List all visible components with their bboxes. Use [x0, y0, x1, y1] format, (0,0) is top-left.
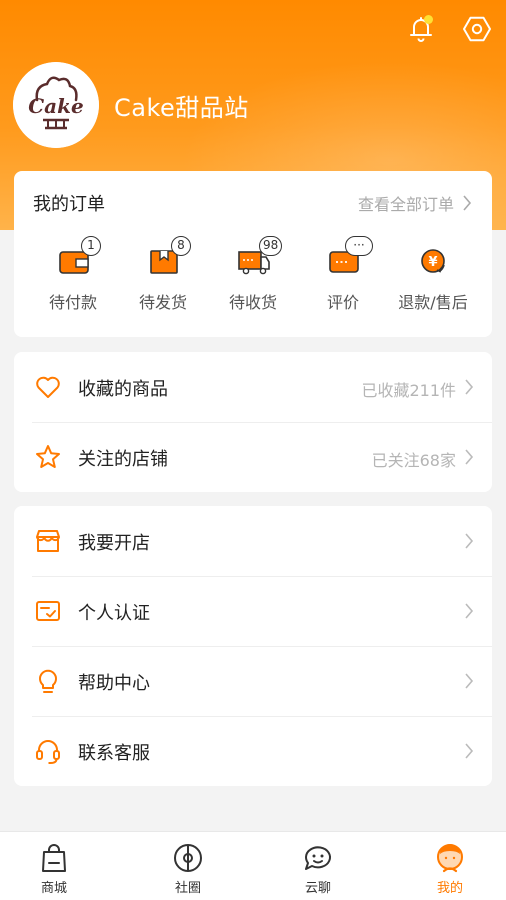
chevron-right-icon: [465, 449, 474, 465]
order-label: 退款/售后: [398, 293, 468, 312]
order-review[interactable]: ··· 评价: [295, 236, 391, 323]
list-item-label: 我要开店: [78, 533, 150, 554]
chevron-right-icon: [465, 743, 474, 759]
store-icon: [36, 530, 60, 552]
profile-icon: [437, 844, 463, 873]
list-item-followed-stores[interactable]: 关注的店铺 已关注68家: [14, 422, 492, 492]
view-all-orders-link[interactable]: 查看全部订单: [358, 191, 472, 215]
list-item-label: 关注的店铺: [78, 449, 168, 470]
heart-icon: [36, 376, 60, 398]
list-item-customer-service[interactable]: 联系客服: [14, 716, 492, 786]
settings-icon[interactable]: [462, 14, 492, 44]
tab-label: 我的: [436, 881, 463, 896]
order-pending-receipt[interactable]: 98 待收货: [205, 236, 301, 323]
list-item-verification[interactable]: 个人认证: [14, 576, 492, 646]
chevron-right-icon: [465, 673, 474, 689]
headset-icon: [36, 740, 60, 764]
tab-community[interactable]: 社圈: [125, 832, 251, 900]
order-refund[interactable]: ¥ 退款/售后: [385, 243, 481, 323]
order-label: 待发货: [138, 293, 187, 312]
list-item-help-center[interactable]: 帮助中心: [14, 646, 492, 716]
tab-mall[interactable]: 商城: [0, 832, 117, 900]
avatar[interactable]: Cake: [13, 62, 99, 148]
tab-label: 商城: [40, 881, 67, 896]
bottom-tab-bar: 商城 社圈 云聊 我的: [0, 831, 506, 900]
list-item-label: 联系客服: [78, 743, 150, 764]
tab-mine[interactable]: 我的: [387, 832, 506, 900]
lightbulb-icon: [39, 669, 57, 693]
compass-icon: [174, 844, 202, 872]
list-item-value: 已关注68家: [371, 451, 456, 470]
chat-icon: [305, 846, 331, 870]
order-label: 评价: [326, 293, 359, 312]
username[interactable]: Cake甜品站: [114, 88, 249, 123]
list-item-label: 帮助中心: [78, 673, 150, 694]
refund-icon: ¥: [421, 249, 445, 273]
tab-label: 云聊: [304, 881, 331, 896]
notification-dot: [424, 15, 433, 24]
id-card-icon: [36, 601, 60, 621]
order-badge: 98: [259, 236, 283, 256]
chevron-right-icon: [465, 603, 474, 619]
order-badge: 8: [171, 236, 191, 256]
order-label: 待收货: [228, 293, 277, 312]
list-item-label: 个人认证: [78, 603, 150, 624]
view-all-orders-label: 查看全部订单: [357, 195, 454, 214]
list-item-value: 已收藏211件: [361, 381, 456, 400]
chevron-right-icon: [465, 379, 474, 395]
orders-card: 我的订单 查看全部订单 1 待付款 8 待发货 98 待收货 ··· 评价 ¥ …: [14, 171, 492, 337]
favorites-card: 收藏的商品 已收藏211件 关注的店铺 已关注68家: [14, 352, 492, 492]
tab-chat[interactable]: 云聊: [255, 832, 381, 900]
list-item-label: 收藏的商品: [78, 379, 168, 400]
chevron-right-icon: [465, 533, 474, 549]
orders-title: 我的订单: [33, 194, 105, 215]
cake-logo-icon: Cake: [13, 62, 99, 148]
chevron-right-icon: [463, 195, 472, 211]
list-item-open-store[interactable]: 我要开店: [14, 506, 492, 576]
svg-text:¥: ¥: [428, 255, 437, 270]
tools-card: 我要开店 个人认证 帮助中心 联系客服: [14, 506, 492, 786]
list-item-favorite-products[interactable]: 收藏的商品 已收藏211件: [14, 352, 492, 422]
star-icon: [36, 445, 60, 468]
order-pending-payment[interactable]: 1 待付款: [25, 236, 121, 323]
shopping-bag-icon: [42, 844, 66, 872]
order-label: 待付款: [48, 293, 97, 312]
order-pending-shipment[interactable]: 8 待发货: [115, 236, 211, 323]
svg-text:Cake: Cake: [28, 94, 83, 118]
order-badge: 1: [81, 236, 101, 256]
tab-label: 社圈: [174, 881, 201, 896]
order-badge: ···: [345, 236, 373, 256]
